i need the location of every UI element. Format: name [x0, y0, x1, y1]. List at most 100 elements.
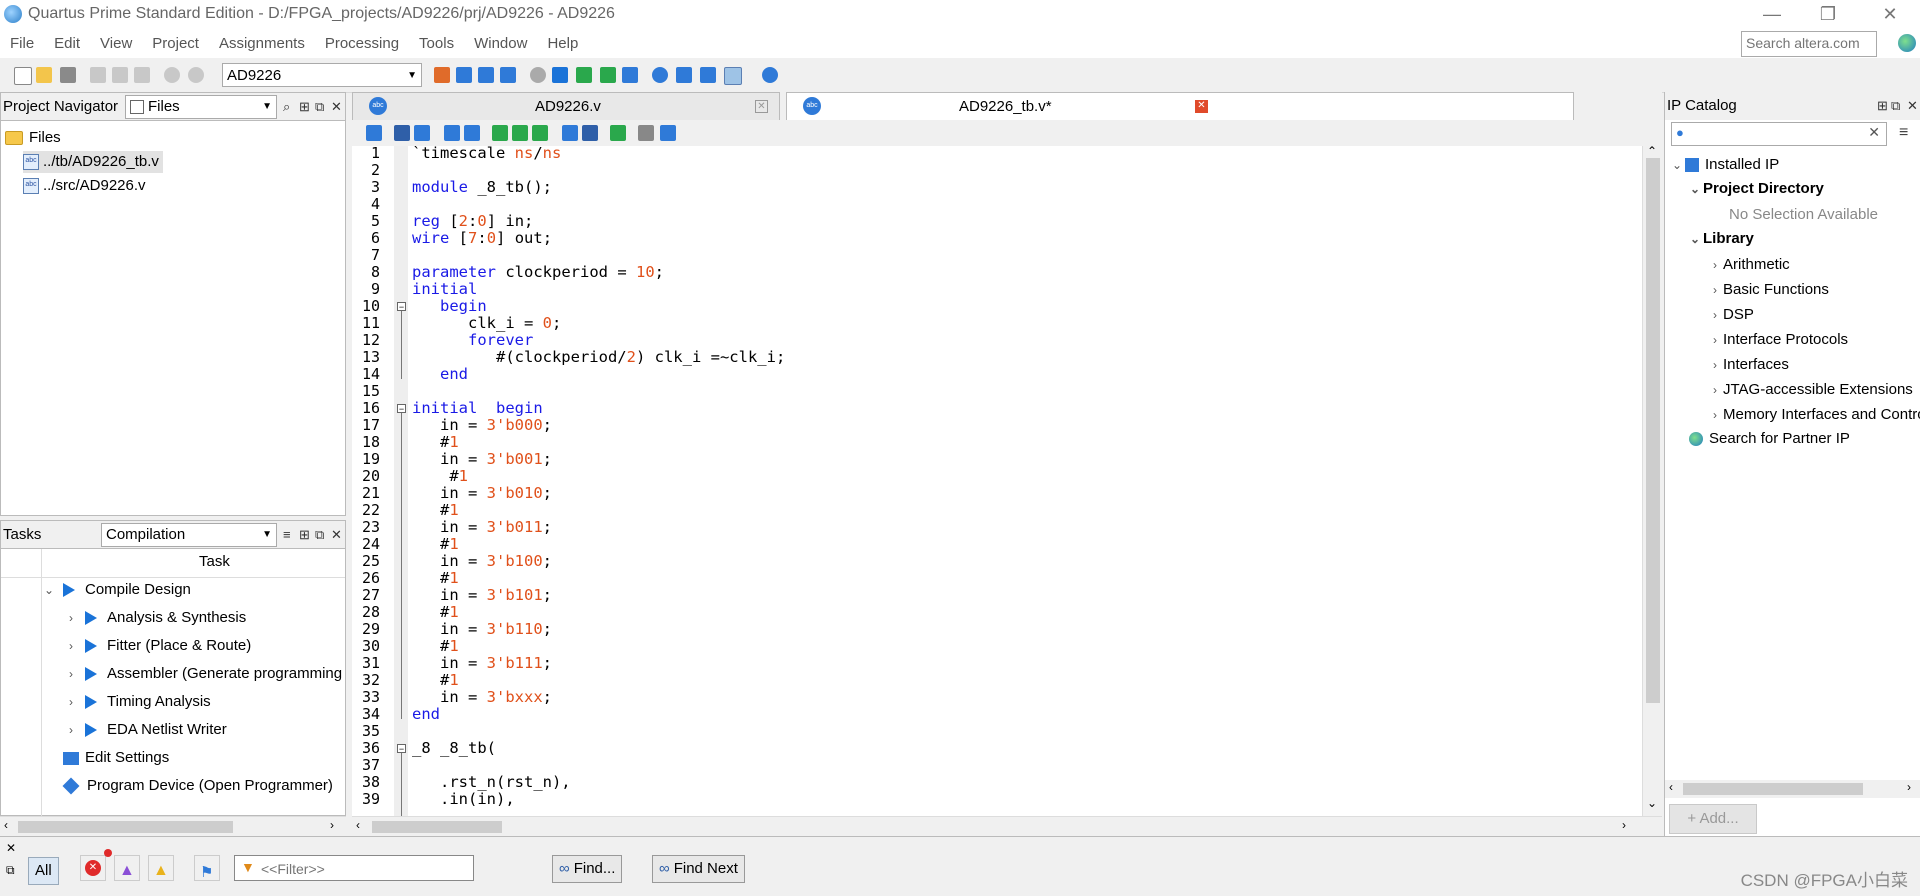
undo-icon[interactable] — [164, 67, 180, 83]
clear-search-icon[interactable]: ✕ — [1868, 124, 1880, 141]
close-tab-icon[interactable]: ✕ — [755, 100, 768, 113]
timing-analyzer-icon[interactable] — [652, 67, 668, 83]
float-icon[interactable]: ⧉ — [6, 863, 15, 878]
menu-icon[interactable]: ≡ — [283, 527, 291, 542]
float-icon[interactable]: ⧉ — [1891, 98, 1900, 114]
ip-category[interactable]: › Basic Functions — [1707, 279, 1829, 301]
float-icon[interactable]: ⧉ — [315, 99, 324, 115]
code-line[interactable]: in = 3'b011; — [412, 519, 552, 536]
task-fitter[interactable]: › Fitter (Place & Route) — [63, 635, 251, 657]
search-input[interactable] — [1742, 32, 1876, 54]
find-button[interactable]: ∞ Find... — [552, 855, 623, 883]
scroll-left-icon[interactable]: ‹ — [356, 818, 360, 832]
code-line[interactable]: #1 — [412, 468, 468, 485]
assignment-icon[interactable] — [456, 67, 472, 83]
chevron-right-icon[interactable]: › — [1707, 404, 1723, 426]
open-folder-icon[interactable] — [36, 67, 52, 83]
code-line[interactable]: clk_i = 0; — [412, 315, 561, 332]
ip-project-directory[interactable]: ⌄ Project Directory — [1687, 178, 1824, 200]
editor-tool-icon[interactable] — [366, 125, 382, 141]
comment-icon[interactable] — [582, 125, 598, 141]
scroll-thumb[interactable] — [1683, 783, 1863, 795]
chevron-right-icon[interactable]: › — [1707, 329, 1723, 351]
code-line[interactable]: initial — [412, 281, 477, 298]
stop-icon[interactable] — [530, 67, 546, 83]
project-selector[interactable]: AD9226 ▼ — [222, 63, 422, 87]
close-tab-icon[interactable]: ✕ — [1195, 100, 1208, 113]
find-replace-icon[interactable] — [414, 125, 430, 141]
fold-toggle-icon[interactable]: − — [397, 302, 406, 312]
pin-icon[interactable]: ⊞ — [299, 527, 310, 543]
code-line[interactable]: forever — [412, 332, 533, 349]
ip-category[interactable]: › JTAG-accessible Extensions — [1707, 379, 1920, 401]
code-line[interactable]: #1 — [412, 502, 459, 519]
code-line[interactable]: `timescale ns/ns — [412, 146, 561, 162]
menu-assignments[interactable]: Assignments — [209, 31, 315, 57]
indent-icon[interactable] — [444, 125, 460, 141]
copy-icon[interactable] — [112, 67, 128, 83]
menu-edit[interactable]: Edit — [44, 31, 90, 57]
code-line[interactable]: in = 3'b010; — [412, 485, 552, 502]
close-pane-icon[interactable]: ✕ — [6, 841, 16, 855]
code-line[interactable]: in = 3'b111; — [412, 655, 552, 672]
menu-help[interactable]: Help — [537, 31, 588, 57]
outdent-icon[interactable] — [464, 125, 480, 141]
task-analysis-synthesis[interactable]: › Analysis & Synthesis — [63, 607, 246, 629]
scroll-left-icon[interactable]: ‹ — [4, 818, 8, 832]
ip-partner-search[interactable]: Search for Partner IP — [1689, 428, 1850, 450]
menu-window[interactable]: Window — [464, 31, 537, 57]
ip-catalog-icon[interactable] — [724, 67, 742, 85]
task-program-device[interactable]: Program Device (Open Programmer) — [62, 775, 333, 797]
chevron-down-icon[interactable]: ⌄ — [1687, 178, 1703, 200]
code-line[interactable]: .in(in), — [412, 791, 515, 808]
file-item[interactable]: abc ../src/AD9226.v — [23, 175, 146, 197]
code-line[interactable]: initial begin — [412, 400, 543, 417]
line-numbers-icon[interactable] — [638, 125, 654, 141]
word-wrap-icon[interactable] — [660, 125, 676, 141]
code-line[interactable]: reg [2:0] in; — [412, 213, 533, 230]
editor-vscrollbar[interactable]: ⌃ ⌄ — [1642, 144, 1663, 816]
chevron-down-icon[interactable]: ⌄ — [41, 579, 57, 601]
tab-ad9226-v[interactable]: abc AD9226.v ✕ — [352, 92, 780, 120]
assembler-icon[interactable] — [622, 67, 638, 83]
chevron-right-icon[interactable]: › — [1707, 254, 1723, 276]
code-line[interactable]: in = 3'b101; — [412, 587, 552, 604]
analysis-icon[interactable] — [576, 67, 592, 83]
ip-category[interactable]: › Arithmetic — [1707, 254, 1790, 276]
task-eda-netlist-writer[interactable]: › EDA Netlist Writer — [63, 719, 227, 741]
code-line[interactable]: module _8_tb(); — [412, 179, 552, 196]
ip-installed[interactable]: ⌄ Installed IP — [1669, 154, 1779, 176]
chevron-down-icon[interactable]: ⌄ — [1687, 228, 1703, 250]
find-next-button[interactable]: ∞ Find Next — [652, 855, 745, 883]
save-icon[interactable] — [60, 67, 76, 83]
code-line[interactable]: end — [412, 366, 468, 383]
scroll-thumb[interactable] — [372, 821, 502, 833]
bookmark-icon[interactable] — [492, 125, 508, 141]
code-editor[interactable]: 1 2 3 4 5 6 7 8 9 10 11 12 13 14 15 16 17 18 19 20 21 22 23 24 2… — [352, 146, 1642, 816]
code-line[interactable]: in = 3'b110; — [412, 621, 552, 638]
chevron-right-icon[interactable]: › — [1707, 304, 1723, 326]
ip-category[interactable]: ›Memory Interfaces and Controllers — [1707, 404, 1920, 426]
scroll-thumb[interactable] — [1646, 158, 1660, 703]
code-line[interactable]: #1 — [412, 570, 459, 587]
close-pane-icon[interactable]: ✕ — [331, 99, 342, 115]
files-root[interactable]: Files — [5, 127, 61, 149]
code-line[interactable]: wire [7:0] out; — [412, 230, 552, 247]
navigator-view-selector[interactable]: Files ▼ — [125, 95, 277, 119]
close-pane-icon[interactable]: ✕ — [1907, 98, 1918, 114]
scroll-up-icon[interactable]: ⌃ — [1647, 144, 1657, 158]
chevron-right-icon[interactable]: › — [1707, 379, 1723, 401]
ip-search-input[interactable]: ● ✕ — [1671, 122, 1887, 146]
task-assembler[interactable]: ›Assembler (Generate programming files) — [63, 663, 345, 685]
chevron-down-icon[interactable]: ⌄ — [1669, 154, 1685, 176]
flow-selector[interactable]: Compilation ▼ — [101, 523, 277, 547]
next-bookmark-icon[interactable] — [532, 125, 548, 141]
code-line[interactable]: #1 — [412, 638, 459, 655]
find-icon[interactable] — [394, 125, 410, 141]
chevron-right-icon[interactable]: › — [63, 719, 79, 741]
code-line[interactable]: #1 — [412, 536, 459, 553]
tab-ad9226-tb-v[interactable]: abc AD9226_tb.v* ✕ — [786, 92, 1574, 120]
fold-toggle-icon[interactable]: − — [397, 404, 406, 414]
suppress-filter-button[interactable]: ⚑ — [194, 855, 220, 881]
code-line[interactable]: parameter clockperiod = 10; — [412, 264, 664, 281]
